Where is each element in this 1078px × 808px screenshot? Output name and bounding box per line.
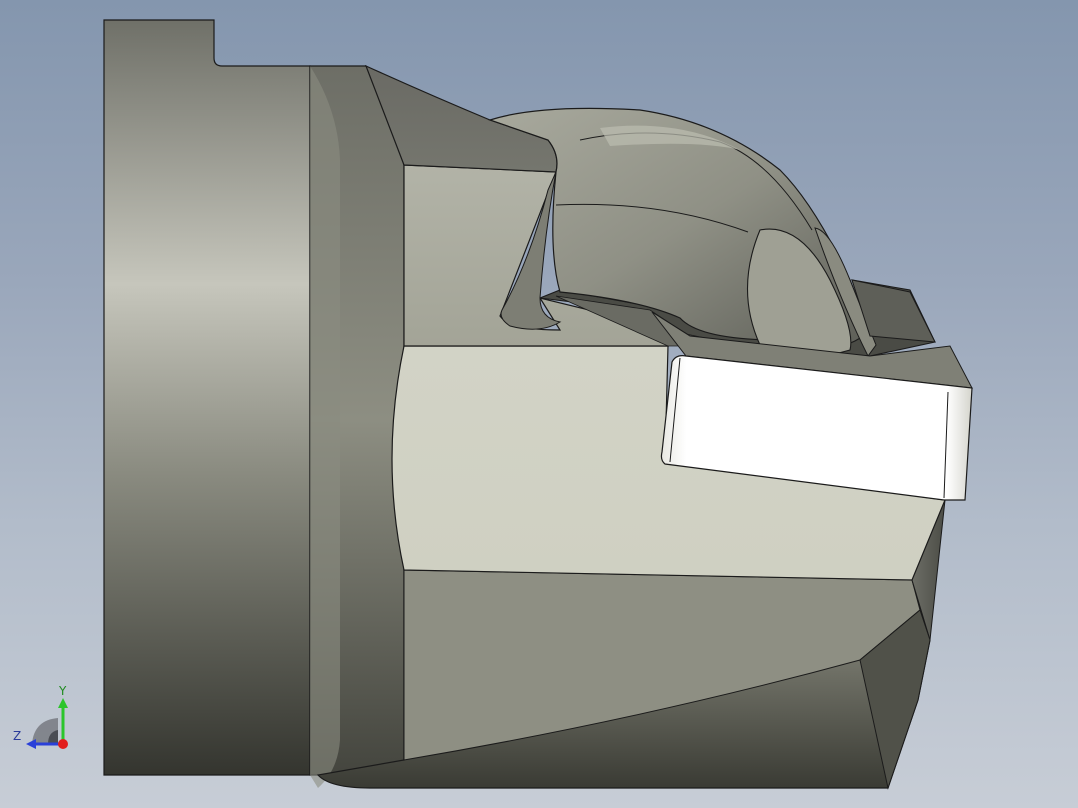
model-render[interactable] (0, 0, 1078, 808)
orientation-triad[interactable]: Y Z (10, 684, 80, 754)
3d-viewport[interactable]: Y Z (0, 0, 1078, 808)
z-axis-arrow (26, 739, 36, 749)
flange-chamfer-shade (310, 66, 340, 788)
triad-graphic (26, 698, 68, 749)
flange-face[interactable] (103, 19, 311, 776)
z-axis-label: Z (13, 729, 22, 743)
y-axis-arrow (58, 698, 68, 708)
y-axis-label: Y (59, 684, 67, 698)
x-axis-dot (58, 739, 68, 749)
